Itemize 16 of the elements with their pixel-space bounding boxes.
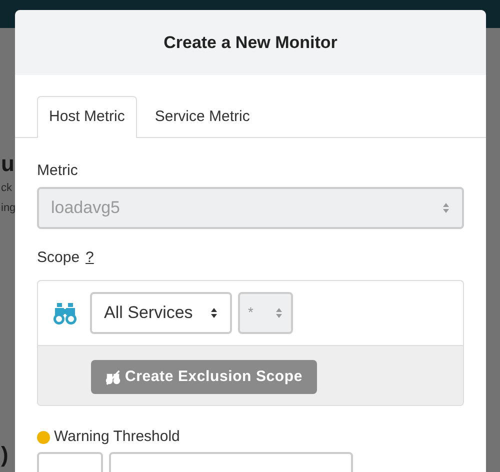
background-text: ing <box>1 201 16 216</box>
caret-icon <box>442 202 450 214</box>
tab[interactable]: Host Metric <box>37 96 137 138</box>
field-label: Metric <box>37 160 79 180</box>
tab[interactable]: Service Metric <box>142 96 262 138</box>
background-text: u <box>1 150 14 178</box>
background-text: ) <box>1 442 8 468</box>
caret-icon <box>210 306 218 318</box>
field-label: Scope <box>37 248 80 268</box>
field-label: Warning Threshold <box>54 427 180 447</box>
service-select[interactable]: All Services <box>90 292 232 334</box>
help-link[interactable]: ? <box>86 247 94 270</box>
binoculars-off-icon <box>105 368 121 385</box>
modal-title: Create a New Monitor <box>164 32 338 54</box>
background-text: ck <box>1 181 12 196</box>
caret-icon <box>275 306 283 318</box>
